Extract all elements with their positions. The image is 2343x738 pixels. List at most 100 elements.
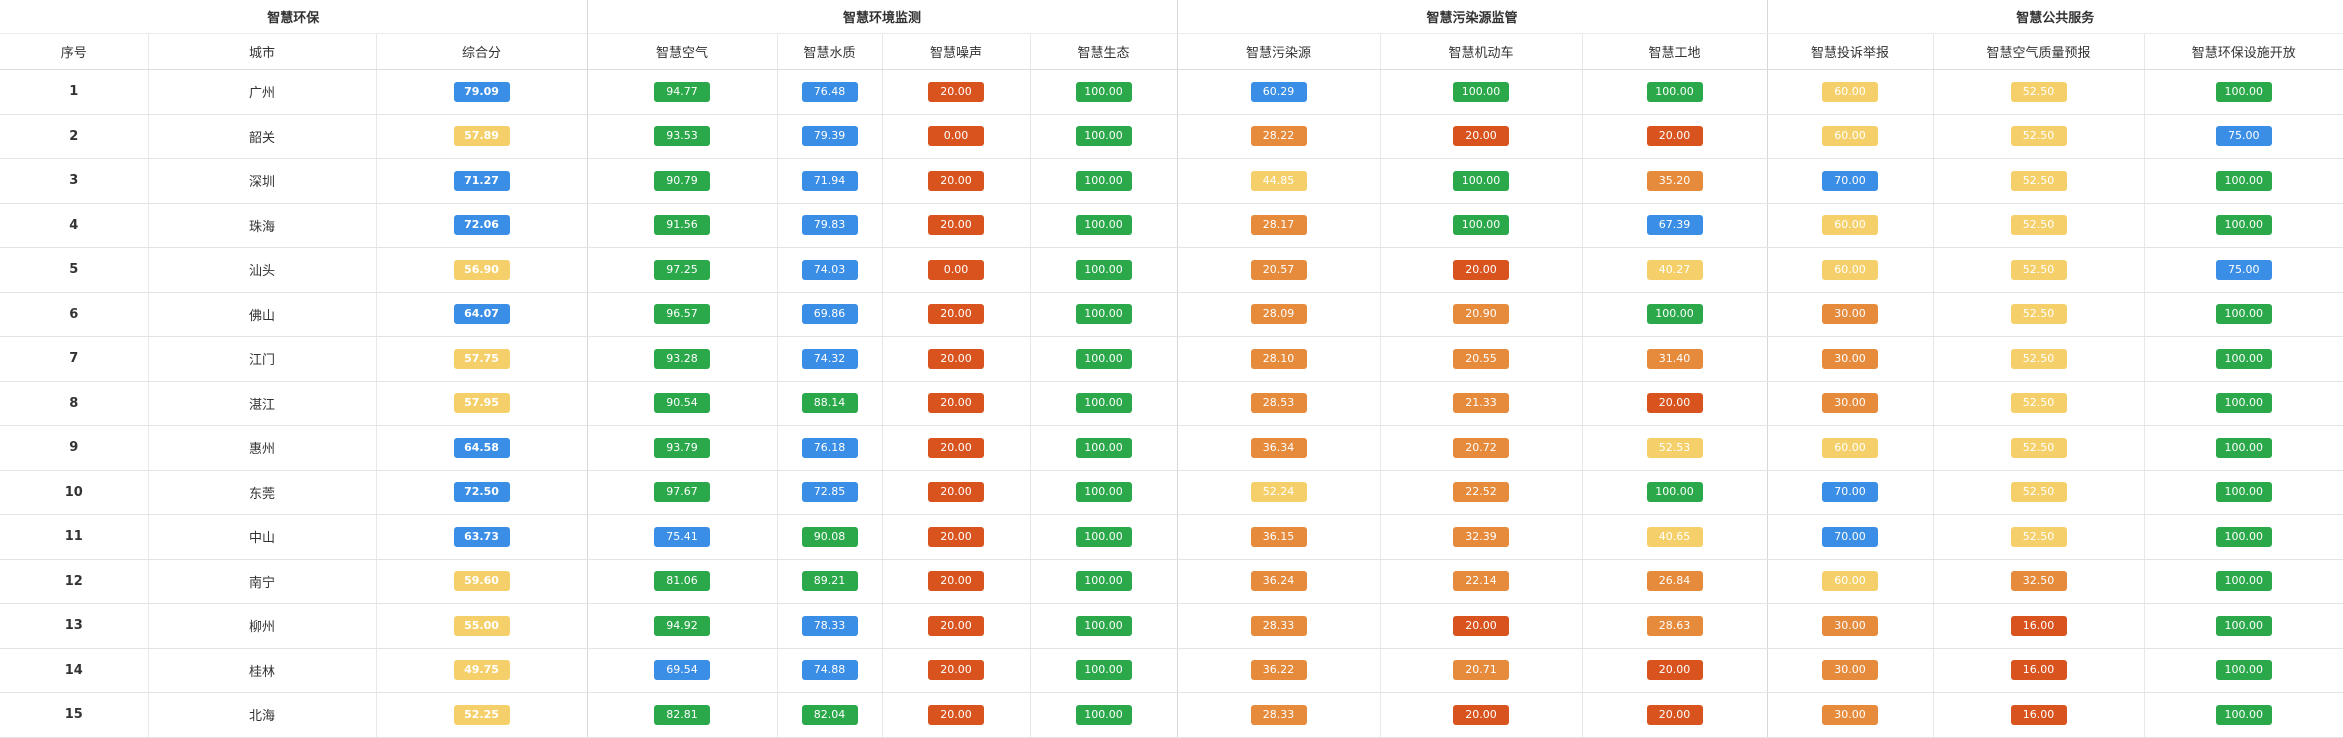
score-badge: 79.39: [801, 126, 858, 147]
score-cell: 75.41: [586, 514, 778, 560]
score-cell: 20.00: [1379, 603, 1583, 649]
column-header[interactable]: 智慧空气质量预报: [1932, 33, 2145, 70]
score-cell: 57.95: [375, 381, 588, 426]
column-header[interactable]: 序号: [0, 33, 148, 70]
score-cell: 93.53: [586, 114, 778, 159]
score-badge: 100.00: [2215, 704, 2272, 725]
score-cell: 72.06: [375, 203, 588, 248]
column-header[interactable]: 智慧环保设施开放: [2143, 33, 2343, 70]
score-cell: 52.50: [1932, 470, 2145, 515]
score-badge: 100.00: [1075, 615, 1132, 636]
score-badge: 97.25: [654, 259, 711, 280]
score-badge: 100.00: [2215, 526, 2272, 547]
score-cell: 82.04: [776, 692, 883, 738]
score-badge: 20.00: [928, 348, 985, 369]
score-cell: 60.00: [1766, 203, 1934, 248]
score-cell: 20.71: [1379, 648, 1583, 693]
table-row[interactable]: 11 中山 63.73 75.41 90.08 20.00 100.00 36.15 32.39…: [0, 514, 2343, 560]
group-header-pollution-supervision: 智慧污染源监管: [1176, 0, 1768, 34]
score-badge: 74.03: [801, 259, 858, 280]
row-index: 10: [0, 470, 148, 515]
score-cell: 60.00: [1766, 114, 1934, 159]
score-badge: 100.00: [2215, 348, 2272, 369]
score-cell: 70.00: [1766, 158, 1934, 204]
row-index: 3: [0, 158, 148, 204]
score-badge: 20.00: [928, 393, 985, 414]
score-cell: 93.79: [586, 425, 778, 471]
score-cell: 100.00: [1029, 692, 1178, 738]
table-row[interactable]: 2 韶关 57.89 93.53 79.39 0.00 100.00 28.22 20.00 20…: [0, 114, 2343, 159]
score-badge: 100.00: [1075, 704, 1132, 725]
score-cell: 52.50: [1932, 336, 2145, 382]
score-cell: 90.79: [586, 158, 778, 204]
score-cell: 20.00: [1379, 692, 1583, 738]
score-badge: 36.15: [1250, 526, 1307, 547]
table-row[interactable]: 12 南宁 59.60 81.06 89.21 20.00 100.00 36.24 22.14…: [0, 559, 2343, 604]
city-name: 珠海: [147, 203, 376, 248]
score-badge: 90.79: [654, 170, 711, 191]
table-row[interactable]: 7 江门 57.75 93.28 74.32 20.00 100.00 28.10 20.55 3…: [0, 336, 2343, 382]
column-header[interactable]: 智慧噪声: [881, 33, 1031, 70]
score-badge: 28.63: [1646, 615, 1703, 636]
table-row[interactable]: 9 惠州 64.58 93.79 76.18 20.00 100.00 36.34 20.72 5…: [0, 425, 2343, 471]
score-cell: 100.00: [1029, 514, 1178, 560]
column-header[interactable]: 智慧生态: [1029, 33, 1178, 70]
table-row[interactable]: 6 佛山 64.07 96.57 69.86 20.00 100.00 28.09 20.90 1…: [0, 292, 2343, 337]
row-index: 5: [0, 247, 148, 293]
score-badge: 100.00: [1075, 215, 1132, 236]
table-row[interactable]: 1 广州 79.09 94.77 76.48 20.00 100.00 60.29 100.00…: [0, 69, 2343, 115]
score-badge: 28.33: [1250, 615, 1307, 636]
score-cell: 52.24: [1176, 470, 1381, 515]
score-cell: 28.53: [1176, 381, 1381, 426]
score-cell: 36.24: [1176, 559, 1381, 604]
table-row[interactable]: 14 桂林 49.75 69.54 74.88 20.00 100.00 36.22 20.71…: [0, 648, 2343, 693]
score-badge: 70.00: [1822, 482, 1879, 503]
overall-score-badge: 64.58: [453, 437, 510, 458]
score-badge: 69.54: [654, 660, 711, 681]
table-row[interactable]: 3 深圳 71.27 90.79 71.94 20.00 100.00 44.85 100.00…: [0, 158, 2343, 204]
score-badge: 90.08: [801, 526, 858, 547]
score-cell: 21.33: [1379, 381, 1583, 426]
score-badge: 20.00: [1646, 660, 1703, 681]
score-cell: 20.00: [881, 425, 1031, 471]
score-badge: 76.48: [801, 81, 858, 102]
score-badge: 100.00: [1453, 215, 1510, 236]
score-badge: 100.00: [2215, 571, 2272, 592]
column-header[interactable]: 智慧污染源: [1176, 33, 1381, 70]
column-header[interactable]: 智慧机动车: [1379, 33, 1583, 70]
score-badge: 100.00: [2215, 482, 2272, 503]
column-header[interactable]: 智慧投诉举报: [1766, 33, 1934, 70]
table-row[interactable]: 15 北海 52.25 82.81 82.04 20.00 100.00 28.33 20.00…: [0, 692, 2343, 738]
overall-score-badge: 57.95: [453, 393, 510, 414]
score-badge: 52.50: [2010, 304, 2067, 325]
score-badge: 100.00: [2215, 215, 2272, 236]
table-row[interactable]: 10 东莞 72.50 97.67 72.85 20.00 100.00 52.24 22.52…: [0, 470, 2343, 515]
table-body: 1 广州 79.09 94.77 76.48 20.00 100.00 60.29 100.00…: [0, 69, 2343, 738]
score-cell: 71.27: [375, 158, 588, 204]
score-cell: 64.07: [375, 292, 588, 337]
row-index: 8: [0, 381, 148, 426]
table-row[interactable]: 4 珠海 72.06 91.56 79.83 20.00 100.00 28.17 100.00…: [0, 203, 2343, 248]
overall-score-badge: 52.25: [453, 704, 510, 725]
score-badge: 20.00: [1453, 259, 1510, 280]
score-badge: 60.00: [1822, 215, 1879, 236]
column-header[interactable]: 综合分: [375, 33, 588, 70]
table-row[interactable]: 13 柳州 55.00 94.92 78.33 20.00 100.00 28.33 20.00…: [0, 603, 2343, 649]
score-cell: 20.00: [881, 692, 1031, 738]
column-header[interactable]: 城市: [147, 33, 376, 70]
column-header[interactable]: 智慧工地: [1581, 33, 1768, 70]
city-name: 韶关: [147, 114, 376, 159]
table-row[interactable]: 5 汕头 56.90 97.25 74.03 0.00 100.00 20.57 20.00 40…: [0, 247, 2343, 293]
score-badge: 100.00: [1075, 259, 1132, 280]
score-cell: 100.00: [2143, 69, 2343, 115]
score-badge: 69.86: [801, 304, 858, 325]
column-header[interactable]: 智慧水质: [776, 33, 883, 70]
score-badge: 28.22: [1250, 126, 1307, 147]
table-row[interactable]: 8 湛江 57.95 90.54 88.14 20.00 100.00 28.53 21.33 2…: [0, 381, 2343, 426]
score-cell: 75.00: [2143, 247, 2343, 293]
score-cell: 52.50: [1932, 514, 2145, 560]
city-name: 东莞: [147, 470, 376, 515]
score-badge: 52.50: [2010, 215, 2067, 236]
column-header[interactable]: 智慧空气: [586, 33, 778, 70]
city-name: 深圳: [147, 158, 376, 204]
